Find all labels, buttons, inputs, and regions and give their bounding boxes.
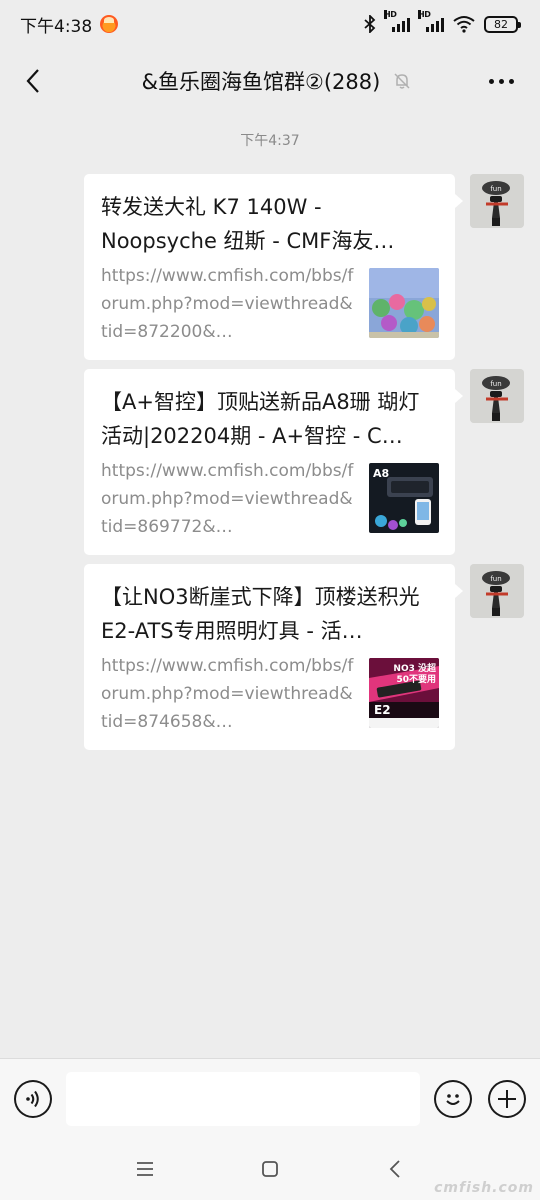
- plus-icon: [498, 1089, 517, 1108]
- link-card[interactable]: 【A+智控】顶贴送新品A8珊 瑚灯活动|202204期 - A+智控 - C… …: [84, 369, 463, 555]
- link-card[interactable]: 【让NO3断崖式下降】顶楼送积光E2-ATS专用照明灯具 - 活… https:…: [84, 564, 463, 750]
- home-button[interactable]: [208, 1149, 333, 1189]
- more-functions-button[interactable]: [488, 1079, 526, 1118]
- link-card-body: https://www.cmfish.com/bbs/forum.php?mod…: [101, 457, 439, 541]
- menu-icon: [137, 1162, 153, 1176]
- system-nav-bar: cmfish.com: [0, 1138, 540, 1200]
- recents-button[interactable]: [83, 1149, 208, 1189]
- back-button[interactable]: [18, 66, 48, 96]
- status-right: HD HD 82: [364, 10, 521, 33]
- link-card-body: https://www.cmfish.com/bbs/forum.php?mod…: [101, 652, 439, 736]
- more-dot-icon: [509, 78, 515, 84]
- avatar[interactable]: fun: [470, 369, 524, 423]
- battery-level: 82: [494, 17, 508, 31]
- link-card-url: https://www.cmfish.com/bbs/forum.php?mod…: [101, 461, 354, 537]
- coral-tank-icon: [369, 268, 439, 338]
- avatar[interactable]: fun: [470, 174, 524, 228]
- link-card-title: 【A+智控】顶贴送新品A8珊 瑚灯活动|202204期 - A+智控 - C…: [101, 390, 420, 448]
- svg-text:fun: fun: [490, 575, 501, 583]
- watermark: cmfish.com: [434, 1180, 534, 1196]
- chevron-left-icon: [389, 1160, 400, 1178]
- nav-bar: &鱼乐圈海鱼馆群②(288): [0, 48, 540, 114]
- battery-icon: 82: [484, 15, 521, 33]
- status-time: 下午4:38: [20, 16, 93, 37]
- link-card-title: 转发送大礼 K7 140W - Noopsyche 纽斯 - CMF海友…: [101, 195, 395, 253]
- chat-timestamp: 下午4:37: [240, 133, 300, 149]
- bluetooth-icon: [364, 15, 376, 33]
- link-card[interactable]: 转发送大礼 K7 140W - Noopsyche 纽斯 - CMF海友… ht…: [84, 174, 463, 360]
- status-left: 下午4:38: [20, 12, 119, 37]
- status-bar: 下午4:38 HD HD 82: [0, 0, 540, 48]
- thumb-label: E2: [374, 703, 391, 717]
- home-square-icon: [262, 1161, 278, 1177]
- link-card-url: https://www.cmfish.com/bbs/forum.php?mod…: [101, 656, 354, 732]
- link-card-body: https://www.cmfish.com/bbs/forum.php?mod…: [101, 262, 439, 346]
- link-card-title: 【让NO3断崖式下降】顶楼送积光E2-ATS专用照明灯具 - 活…: [101, 585, 420, 643]
- smiley-icon: [446, 1093, 460, 1105]
- voice-icon: [26, 1090, 39, 1107]
- voice-button[interactable]: [14, 1079, 52, 1118]
- signal-icon-1: HD: [384, 10, 410, 32]
- chat-title: &鱼乐圈海鱼馆群②(288): [141, 70, 381, 94]
- more-dot-icon: [489, 78, 495, 84]
- wifi-icon: [453, 16, 475, 33]
- more-button[interactable]: [482, 66, 522, 96]
- chevron-left-icon: [26, 69, 39, 93]
- a8-light-icon: A8: [369, 463, 439, 533]
- thumb-label: 50不要用: [396, 675, 436, 685]
- nav-title-wrap: &鱼乐圈海鱼馆群②(288): [142, 66, 413, 96]
- message-input[interactable]: [65, 1071, 421, 1126]
- input-bar: [0, 1058, 540, 1138]
- mute-bell-icon: [394, 73, 410, 89]
- more-dot-icon: [499, 78, 505, 84]
- notification-app-icon: [100, 15, 119, 33]
- signal-icon-2: HD: [418, 10, 444, 32]
- link-card-url: https://www.cmfish.com/bbs/forum.php?mod…: [101, 266, 354, 342]
- svg-text:fun: fun: [490, 185, 501, 193]
- avatar[interactable]: fun: [470, 564, 524, 618]
- svg-text:fun: fun: [490, 380, 501, 388]
- thumb-label: A8: [373, 467, 390, 480]
- e2-light-icon: NO3 没超 50不要用 E2: [369, 658, 439, 728]
- emoji-button[interactable]: [434, 1079, 473, 1118]
